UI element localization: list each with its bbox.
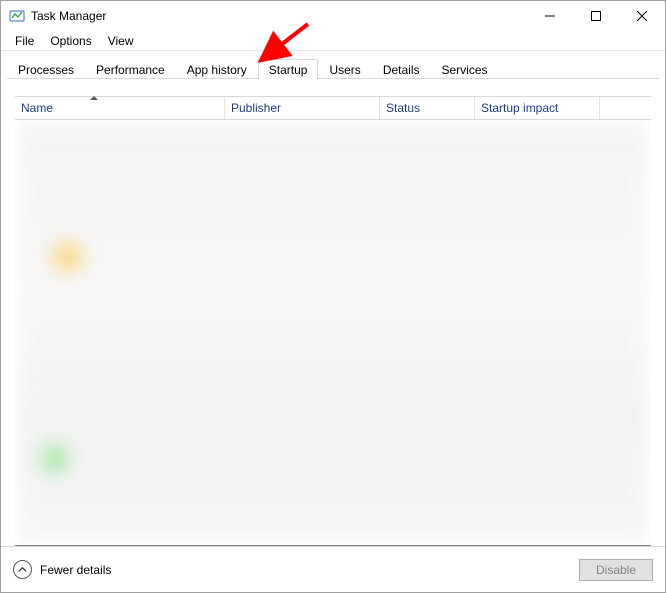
disable-button-label: Disable [596, 563, 636, 577]
tab-processes[interactable]: Processes [7, 59, 85, 80]
column-header-publisher[interactable]: Publisher [225, 97, 380, 119]
tab-performance[interactable]: Performance [85, 59, 176, 80]
maximize-button[interactable] [573, 1, 619, 31]
tab-strip: Processes Performance App history Startu… [1, 51, 665, 79]
window-title: Task Manager [31, 9, 106, 23]
window-controls [527, 1, 665, 31]
startup-table: Name Publisher Status Startup impact [15, 96, 651, 546]
menu-view[interactable]: View [100, 33, 142, 49]
tab-startup[interactable]: Startup [258, 59, 319, 80]
tab-app-history[interactable]: App history [176, 59, 258, 80]
menu-options[interactable]: Options [42, 33, 99, 49]
tab-users[interactable]: Users [318, 59, 371, 80]
column-header-name-label: Name [21, 101, 53, 115]
task-manager-window: Task Manager File Options View Processes… [0, 0, 666, 593]
column-header-name[interactable]: Name [15, 97, 225, 119]
title-bar: Task Manager [1, 1, 665, 31]
menu-bar: File Options View [1, 31, 665, 51]
column-header-startup-impact[interactable]: Startup impact [475, 97, 600, 119]
sort-ascending-icon [90, 96, 98, 100]
tab-content: Name Publisher Status Startup impact [1, 80, 665, 546]
disable-button[interactable]: Disable [579, 559, 653, 581]
blurred-content [17, 122, 649, 543]
footer-bar: Fewer details Disable [1, 546, 665, 592]
app-icon [9, 8, 25, 24]
table-body-blurred [15, 120, 651, 545]
fewer-details-label: Fewer details [40, 563, 111, 577]
close-button[interactable] [619, 1, 665, 31]
menu-file[interactable]: File [7, 33, 42, 49]
fewer-details-button[interactable]: Fewer details [13, 560, 111, 579]
tab-services[interactable]: Services [431, 59, 499, 80]
minimize-button[interactable] [527, 1, 573, 31]
column-header-status[interactable]: Status [380, 97, 475, 119]
table-header: Name Publisher Status Startup impact [15, 96, 651, 120]
chevron-up-icon [13, 560, 32, 579]
tab-details[interactable]: Details [372, 59, 431, 80]
